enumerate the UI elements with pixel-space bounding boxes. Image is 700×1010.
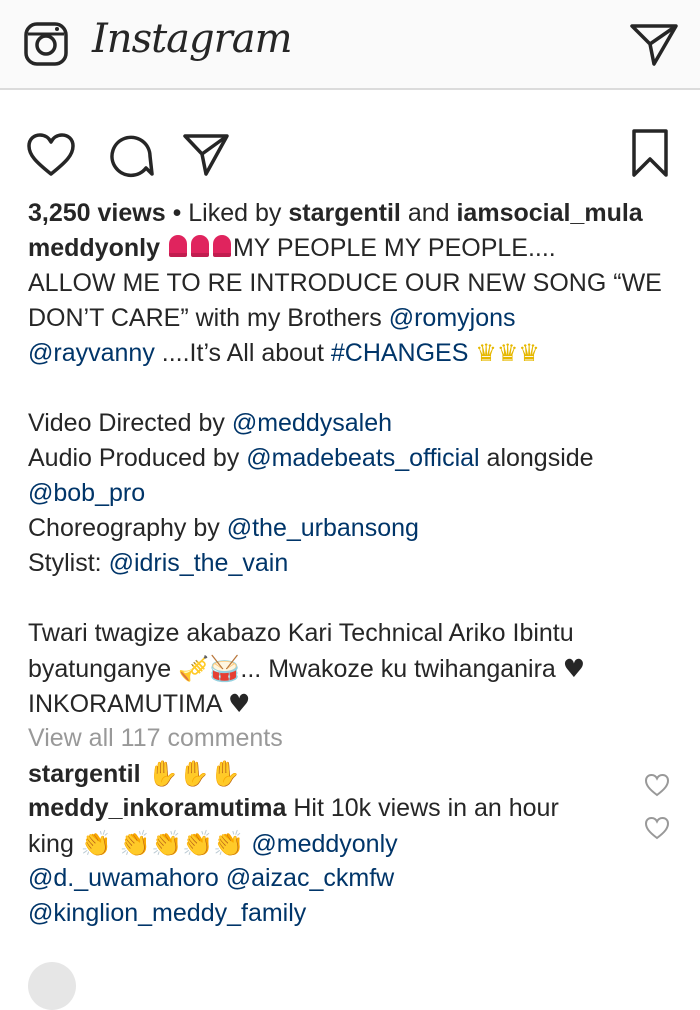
comment-row: meddy_inkoramutima Hit 10k views in an h… xyxy=(28,791,688,826)
comment-row: @d._uwamahoro @aizac_ckmfw xyxy=(28,861,688,896)
liked-by-prefix: • Liked by xyxy=(165,199,289,227)
share-icon[interactable] xyxy=(182,132,230,178)
heart-icon[interactable] xyxy=(26,132,76,178)
mention-link[interactable]: @meddyonly xyxy=(251,830,397,858)
black-heart-icon: ♥ xyxy=(562,654,586,683)
caption-line: @bob_pro xyxy=(28,476,688,511)
drum-emoji-icon: 🥁 xyxy=(209,654,241,683)
avatar[interactable] xyxy=(28,962,76,1010)
black-heart-icon: ♥ xyxy=(228,689,251,718)
direct-message-icon[interactable] xyxy=(628,18,680,70)
post-actions xyxy=(0,128,700,188)
mention-link[interactable]: @madebeats_official xyxy=(246,444,479,472)
instagram-logo[interactable]: Instagram xyxy=(92,16,293,62)
caption-text: Stylist: xyxy=(28,549,109,577)
mention-link[interactable]: @aizac_ckmfw xyxy=(226,864,394,892)
view-all-comments-link[interactable]: View all 117 comments xyxy=(28,721,688,756)
mention-link[interactable]: @bob_pro xyxy=(28,479,145,507)
mention-link[interactable]: @idris_the_vain xyxy=(109,549,289,577)
mention-link[interactable]: @d._uwamahoro xyxy=(28,864,219,892)
caption-line: Stylist: @idris_the_vain xyxy=(28,546,688,581)
caption-text: ....It’s All about xyxy=(154,339,331,367)
and-text: and xyxy=(400,199,457,227)
caption-text: ... Mwakoze ku twihanganira xyxy=(240,655,563,683)
mention-link[interactable]: @romyjons xyxy=(389,304,516,332)
clap-emoji-icon: 👏 👏👏👏👏 xyxy=(80,829,245,858)
caption-line: INKORAMUTIMA ♥ xyxy=(28,686,688,721)
raised-hands-emoji-icon: ✋✋✋ xyxy=(147,759,241,788)
liker-username[interactable]: iamsocial_mula xyxy=(456,199,642,227)
caption-line: DON’T CARE” with my Brothers @romyjons xyxy=(28,301,688,336)
caption-text: Choreography by xyxy=(28,514,227,542)
hashtag-link[interactable]: #CHANGES xyxy=(331,339,469,367)
comment-row: @kinglion_meddy_family xyxy=(28,896,688,931)
top-bar: Instagram xyxy=(0,0,700,90)
comment-username[interactable]: meddy_inkoramutima xyxy=(28,794,286,822)
caption-line: meddyonly MY PEOPLE MY PEOPLE.... xyxy=(28,231,688,266)
caption-text: byatunganye xyxy=(28,655,179,683)
mention-link[interactable]: @meddysaleh xyxy=(232,409,392,437)
stats-line: 3,250 views • Liked by stargentil and ia… xyxy=(28,196,688,231)
comment-like-heart-icon[interactable] xyxy=(644,816,670,840)
comment-username[interactable]: stargentil xyxy=(28,760,141,788)
caption-text: Video Directed by xyxy=(28,409,232,437)
caption-text: alongside xyxy=(479,444,594,472)
post-content: 3,250 views • Liked by stargentil and ia… xyxy=(28,196,688,931)
crown-emoji-icon: ♛♛♛ xyxy=(475,339,540,367)
caption-text: INKORAMUTIMA xyxy=(28,690,229,718)
comment-text: Hit 10k views in an hour xyxy=(286,794,559,822)
comment-row: king 👏 👏👏👏👏 @meddyonly xyxy=(28,826,688,861)
liker-username[interactable]: stargentil xyxy=(288,199,401,227)
mention-link[interactable]: @the_urbansong xyxy=(227,514,419,542)
comment-like-heart-icon[interactable] xyxy=(644,773,670,797)
bookmark-icon[interactable] xyxy=(630,128,670,178)
mention-link[interactable]: @kinglion_meddy_family xyxy=(28,899,306,927)
caption-text: Audio Produced by xyxy=(28,444,247,472)
caption-line: ALLOW ME TO RE INTRODUCE OUR NEW SONG “W… xyxy=(28,269,662,297)
siren-emoji-icon xyxy=(167,234,233,262)
caption-text: DON’T CARE” with my Brothers xyxy=(28,304,389,332)
comment-icon[interactable] xyxy=(108,132,154,178)
caption-username[interactable]: meddyonly xyxy=(28,234,160,262)
comment-row: stargentil ✋✋✋ xyxy=(28,756,688,791)
trumpet-drum-emoji-icon: 🎺 xyxy=(178,654,210,683)
caption-line: @rayvanny ....It’s All about #CHANGES ♛♛… xyxy=(28,336,688,371)
camera-icon[interactable] xyxy=(22,20,70,68)
caption-line: Video Directed by @meddysaleh xyxy=(28,406,688,441)
views-count[interactable]: 3,250 views xyxy=(28,199,166,227)
caption-line: Audio Produced by @madebeats_official al… xyxy=(28,441,688,476)
mention-link[interactable]: @rayvanny xyxy=(28,339,155,367)
caption-line: Twari twagize akabazo Kari Technical Ari… xyxy=(28,619,574,647)
caption-line: byatunganye 🎺🥁... Mwakoze ku twihanganir… xyxy=(28,651,688,686)
comment-text: king xyxy=(28,830,81,858)
caption-text: MY PEOPLE MY PEOPLE.... xyxy=(232,234,556,262)
caption-line: Choreography by @the_urbansong xyxy=(28,511,688,546)
